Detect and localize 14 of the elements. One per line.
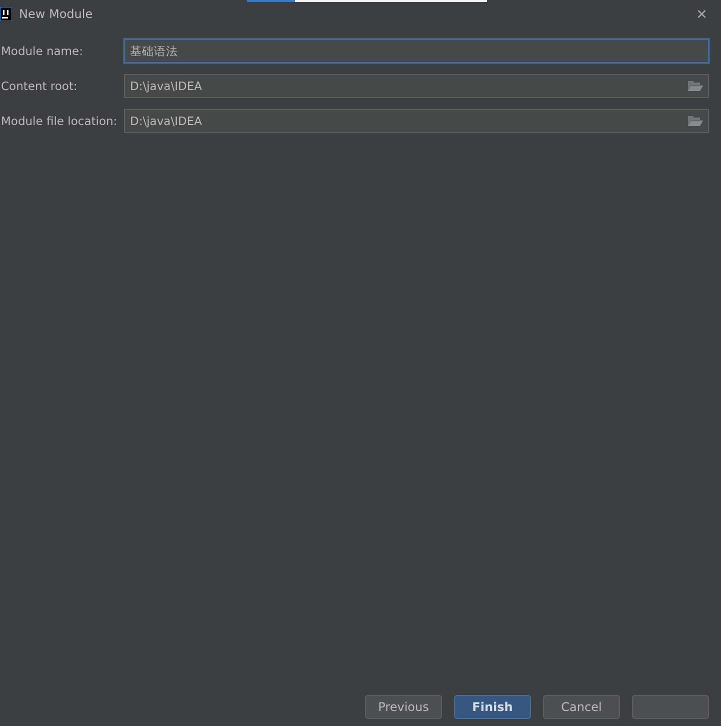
window-title: New Module [19, 7, 94, 21]
field-label: Content root: [0, 79, 78, 93]
folder-icon[interactable] [688, 115, 703, 127]
dialog-button[interactable]: Finish [454, 695, 531, 719]
text-field[interactable]: D:\java\IDEA [124, 109, 709, 133]
dialog-button[interactable]: Cancel [543, 695, 620, 719]
field-label: Module file location: [0, 114, 118, 128]
dialog-button[interactable]: Previous [365, 695, 442, 719]
folder-icon[interactable] [688, 80, 703, 92]
text-field[interactable]: 基础语法 [124, 39, 709, 63]
app-icon [0, 7, 12, 21]
close-button[interactable]: × [696, 5, 707, 23]
text-field[interactable]: D:\java\IDEA [124, 74, 709, 98]
field-label: Module name: [0, 44, 84, 58]
